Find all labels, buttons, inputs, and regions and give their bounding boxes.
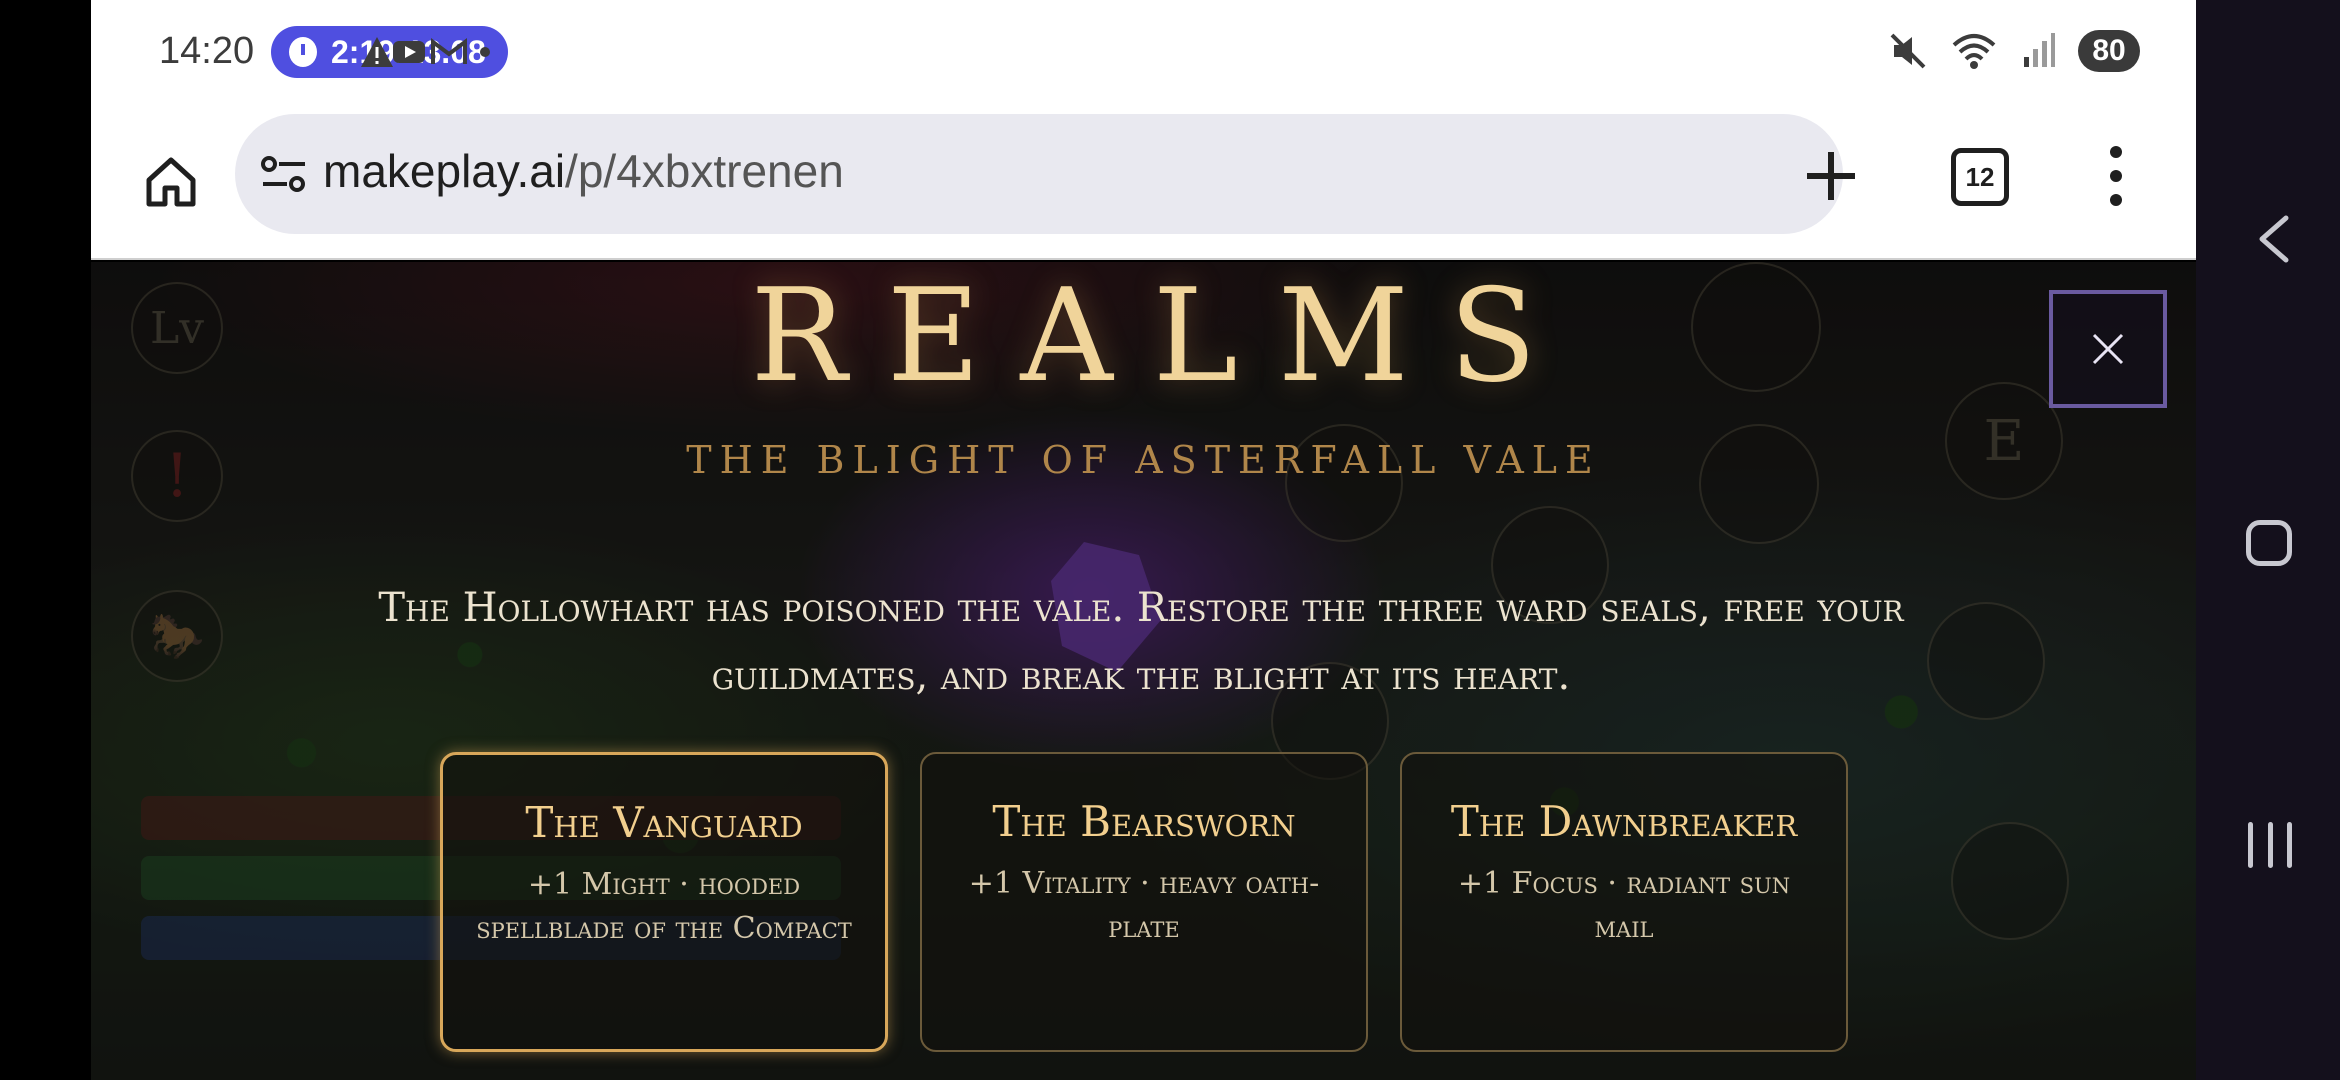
- status-time: 14:20: [159, 30, 255, 72]
- battery-badge: 80: [2078, 30, 2140, 72]
- card-description: +1 Focus · radiant sun mail: [1457, 866, 1791, 945]
- url-text[interactable]: makeplay.ai/p/4xbxtrenen: [323, 144, 844, 198]
- system-nav-bar: [2196, 0, 2340, 1080]
- home-nav-icon[interactable]: [2246, 520, 2292, 566]
- mute-icon: [1890, 33, 1926, 69]
- status-right: 80: [1888, 30, 2140, 72]
- home-icon: [146, 157, 196, 207]
- browser-chrome: 14:20 2:19:13.08: [91, 0, 2196, 260]
- new-tab-icon[interactable]: [1791, 136, 1871, 216]
- recents-icon[interactable]: [2248, 822, 2292, 868]
- story-description: The Hollowhart has poisoned the vale. Re…: [378, 585, 1904, 699]
- dot-icon: [480, 47, 490, 57]
- game-subtitle: THE BLIGHT OF ASTERFALL VALE: [686, 438, 1601, 482]
- class-card-vanguard[interactable]: The Vanguard +1 Might · hooded spellblad…: [440, 752, 888, 1052]
- home-button[interactable]: [131, 142, 211, 222]
- url-domain: makeplay.ai: [323, 145, 566, 197]
- card-title: The Bearsworn: [992, 797, 1296, 846]
- card-description: +1 Vitality · heavy oath-plate: [968, 866, 1320, 945]
- class-card-bearsworn[interactable]: The Bearsworn +1 Vitality · heavy oath-p…: [920, 752, 1368, 1052]
- more-options-icon[interactable]: [2101, 146, 2131, 216]
- url-path: /p/4xbxtrenen: [565, 145, 844, 197]
- class-card-dawnbreaker[interactable]: The Dawnbreaker +1 Focus · radiant sun m…: [1400, 752, 1848, 1052]
- stopwatch-icon: [289, 37, 317, 67]
- url-field[interactable]: makeplay.ai/p/4xbxtrenen: [235, 114, 1843, 234]
- close-icon: [2092, 333, 2124, 365]
- gmail-icon: [431, 38, 467, 64]
- site-settings-icon[interactable]: [259, 154, 309, 194]
- back-icon[interactable]: [2254, 214, 2294, 264]
- game-title: REALMS: [750, 262, 1577, 411]
- youtube-icon: [393, 41, 425, 63]
- tab-switcher-button[interactable]: 12: [1951, 148, 2009, 206]
- close-button[interactable]: [2049, 290, 2167, 408]
- card-title: The Vanguard: [525, 798, 803, 847]
- warning-icon: [361, 37, 393, 67]
- game-viewport[interactable]: Lv ! 🐎 E REALMS THE BLIGHT OF ASTERFALL …: [91, 262, 2196, 1080]
- signal-icon: [2024, 33, 2055, 67]
- wifi-icon: [1952, 34, 1996, 69]
- status-bar: 14:20 2:19:13.08: [91, 0, 2196, 106]
- address-bar: makeplay.ai/p/4xbxtrenen 12: [91, 106, 2196, 260]
- card-description: +1 Might · hooded spellblade of the Comp…: [476, 867, 852, 946]
- card-title: The Dawnbreaker: [1450, 797, 1798, 846]
